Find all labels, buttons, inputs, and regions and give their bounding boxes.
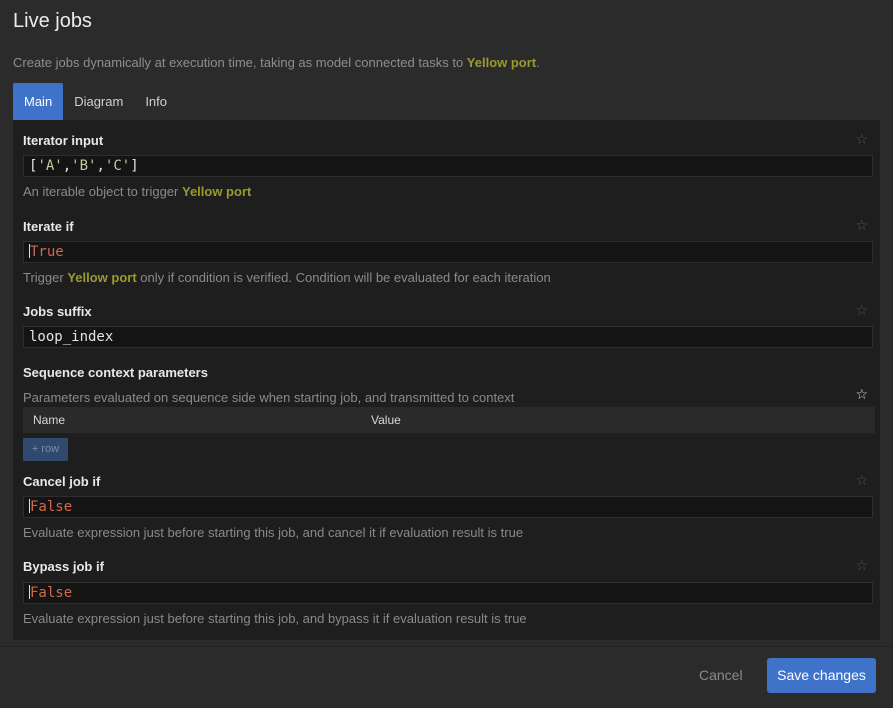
sequence-context-help: Parameters evaluated on sequence side wh…	[23, 390, 515, 405]
help-text: Trigger	[23, 270, 68, 285]
yellow-port-highlight: Yellow port	[466, 55, 537, 70]
star-icon[interactable]: ☆	[855, 386, 868, 403]
iterate-if-value: True	[30, 244, 64, 260]
star-icon[interactable]: ☆	[855, 557, 868, 574]
jobs-suffix-value: loop_index	[29, 329, 114, 345]
star-icon[interactable]: ☆	[855, 302, 868, 319]
add-row-button[interactable]: + row	[23, 438, 68, 461]
iterator-input-help: An iterable object to trigger Yellow por…	[23, 184, 251, 199]
cancel-job-if-label: Cancel job if	[23, 474, 101, 489]
description-suffix: .	[536, 55, 540, 70]
bypass-job-if-value: False	[30, 585, 73, 601]
code-string: 'B'	[71, 158, 97, 174]
code-token: ]	[130, 158, 139, 174]
cancel-job-if-help: Evaluate expression just before starting…	[23, 525, 524, 540]
code-token: ,	[96, 158, 105, 174]
main-panel: Iterator input ☆ ['A','B','C'] An iterab…	[13, 120, 880, 640]
cancel-button[interactable]: Cancel	[699, 667, 743, 683]
parameters-table-header: Name Value	[23, 407, 875, 433]
tab-main[interactable]: Main	[13, 83, 64, 120]
tab-diagram[interactable]: Diagram	[63, 83, 134, 120]
code-string: 'C'	[104, 158, 131, 174]
footer-divider	[0, 646, 893, 647]
help-text: An iterable object to trigger	[23, 184, 182, 199]
jobs-suffix-label: Jobs suffix	[23, 304, 92, 319]
sequence-context-label: Sequence context parameters	[23, 365, 208, 380]
cancel-job-if-value: False	[30, 499, 73, 515]
bypass-job-if-field[interactable]: False	[23, 582, 873, 604]
column-header-name: Name	[33, 413, 66, 427]
yellow-port-highlight: Yellow port	[67, 270, 137, 285]
code-token: ,	[62, 158, 72, 174]
iterator-input-label: Iterator input	[23, 133, 104, 148]
dialog-description: Create jobs dynamically at execution tim…	[13, 55, 540, 70]
code-string: 'A'	[37, 158, 63, 174]
help-text: only if condition is verified. Condition…	[136, 270, 551, 285]
column-header-value: Value	[371, 413, 401, 427]
star-icon[interactable]: ☆	[855, 472, 868, 489]
description-text: Create jobs dynamically at execution tim…	[13, 55, 467, 70]
bypass-job-if-label: Bypass job if	[23, 559, 104, 574]
dialog-title: Live jobs	[13, 10, 92, 32]
tab-info[interactable]: Info	[134, 83, 178, 120]
iterate-if-field[interactable]: True	[23, 241, 873, 263]
star-icon[interactable]: ☆	[855, 131, 868, 148]
jobs-suffix-field[interactable]: loop_index	[23, 326, 873, 348]
cancel-job-if-field[interactable]: False	[23, 496, 873, 518]
iterator-input-field[interactable]: ['A','B','C']	[23, 155, 873, 177]
iterate-if-label: Iterate if	[23, 219, 74, 234]
bypass-job-if-help: Evaluate expression just before starting…	[23, 611, 527, 626]
tab-bar: Main Diagram Info	[13, 83, 178, 120]
iterate-if-help: Trigger Yellow port only if condition is…	[23, 270, 551, 285]
save-changes-button[interactable]: Save changes	[767, 658, 876, 693]
yellow-port-highlight: Yellow port	[181, 184, 252, 199]
star-icon[interactable]: ☆	[855, 217, 868, 234]
